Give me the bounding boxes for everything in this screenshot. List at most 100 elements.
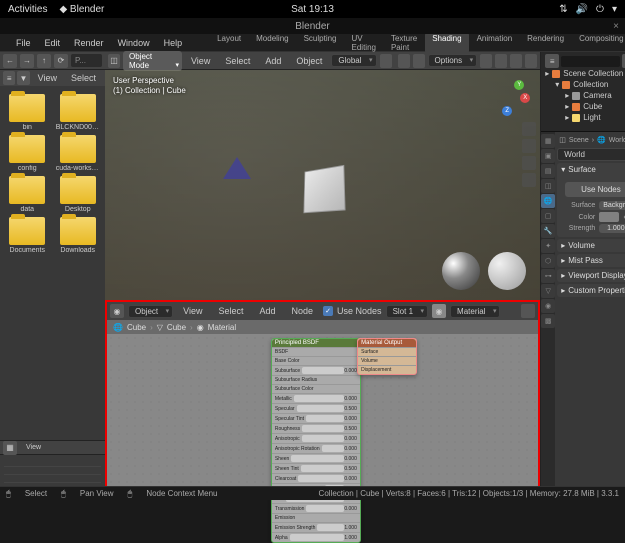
folder-item[interactable]: data xyxy=(4,176,51,213)
node-socket[interactable]: Clearcoat0.000 xyxy=(272,473,360,483)
vp-select-menu[interactable]: Select xyxy=(219,54,256,68)
folder-item[interactable]: Desktop xyxy=(55,176,102,213)
shading-solid-icon[interactable] xyxy=(495,54,507,68)
shading-wireframe-icon[interactable] xyxy=(480,54,492,68)
axis-z-icon[interactable]: Z xyxy=(502,106,512,116)
outliner-light[interactable]: ▸Light👁 xyxy=(543,112,625,123)
props-tab-object[interactable]: ▢ xyxy=(541,209,555,223)
strength-field[interactable]: 1.000 xyxy=(599,224,625,233)
move-view-icon[interactable] xyxy=(522,139,536,153)
axis-y-icon[interactable]: Y xyxy=(514,80,524,90)
activities-button[interactable]: Activities xyxy=(8,4,47,15)
power-icon[interactable]: ⏻ xyxy=(596,4,604,15)
strip-editor-icon[interactable]: ▦ xyxy=(3,441,17,455)
use-nodes-checkbox[interactable]: ✓ xyxy=(323,306,333,316)
orientation-dropdown[interactable]: Global xyxy=(331,54,376,67)
node-socket[interactable]: Transmission0.000 xyxy=(272,503,360,513)
menu-edit[interactable]: Edit xyxy=(39,36,67,50)
ne-add-menu[interactable]: Add xyxy=(254,304,282,318)
menu-help[interactable]: Help xyxy=(158,36,189,50)
node-socket[interactable]: Subsurface0.000 xyxy=(272,365,360,375)
outliner-collection[interactable]: ▾Collection👁 xyxy=(543,79,625,90)
shading-material-icon[interactable] xyxy=(510,54,522,68)
node-socket[interactable]: Metallic0.000 xyxy=(272,393,360,403)
camera-object[interactable] xyxy=(223,157,263,187)
node-socket[interactable]: Displacement xyxy=(358,365,416,374)
props-tab-physics[interactable]: ⬡ xyxy=(541,254,555,268)
vp-view-menu[interactable]: View xyxy=(185,54,216,68)
viewport-display-panel-header[interactable]: ▸ Viewport Display xyxy=(557,269,625,282)
folder-item[interactable]: cuda-workspa... xyxy=(55,135,102,172)
world-datablock-dropdown[interactable]: World xyxy=(557,148,625,161)
material-dropdown[interactable]: Material xyxy=(450,305,500,318)
fb-sort-icon[interactable]: ≡ xyxy=(3,71,15,85)
node-socket[interactable]: BSDF xyxy=(272,347,360,356)
node-socket[interactable]: Alpha1.000 xyxy=(272,532,360,542)
fb-filter-icon[interactable]: ▼ xyxy=(17,71,29,85)
outliner-search-input[interactable] xyxy=(561,56,620,67)
fb-up-button[interactable]: ↑ xyxy=(37,54,51,68)
tab-shading[interactable]: Shading xyxy=(425,32,468,54)
volume-icon[interactable]: 🔊 xyxy=(576,4,588,15)
node-socket[interactable]: Base Color xyxy=(272,356,360,365)
node-canvas[interactable]: Principled BSDF BSDFBase ColorSubsurface… xyxy=(107,334,538,498)
material-output-node[interactable]: Material Output Surface Volume Displacem… xyxy=(357,338,417,375)
ne-node-menu[interactable]: Node xyxy=(286,304,320,318)
zoom-icon[interactable] xyxy=(522,122,536,136)
node-socket[interactable]: Sheen0.000 xyxy=(272,453,360,463)
3d-viewport[interactable]: User Perspective (1) Collection | Cube X… xyxy=(105,70,540,300)
snap-icon[interactable] xyxy=(380,54,392,68)
node-socket[interactable]: Specular0.500 xyxy=(272,403,360,413)
props-tab-particle[interactable]: ✦ xyxy=(541,239,555,253)
cube-object[interactable] xyxy=(303,164,345,212)
custom-props-panel-header[interactable]: ▸ Custom Properties xyxy=(557,284,625,297)
fb-fwd-button[interactable]: → xyxy=(20,54,34,68)
overlay-toggle-icon[interactable] xyxy=(398,54,410,68)
fb-refresh-button[interactable]: ⟳ xyxy=(54,54,68,68)
material-icon[interactable]: ◉ xyxy=(432,304,446,318)
folder-item[interactable]: config xyxy=(4,135,51,172)
props-tab-constraint[interactable]: ⊶ xyxy=(541,269,555,283)
close-icon[interactable]: × xyxy=(613,21,619,32)
props-tab-texture[interactable]: ▩ xyxy=(541,314,555,328)
surface-panel-header[interactable]: ▾ Surface xyxy=(557,163,625,176)
node-socket[interactable]: Specular Tint0.000 xyxy=(272,413,360,423)
camera-view-icon[interactable] xyxy=(522,156,536,170)
surface-shader-field[interactable]: Backgroun xyxy=(599,201,625,210)
xray-toggle-icon[interactable] xyxy=(413,54,425,68)
tab-rendering[interactable]: Rendering xyxy=(520,32,571,54)
node-socket[interactable]: Emission xyxy=(272,513,360,522)
props-tab-material[interactable]: ◉ xyxy=(541,299,555,313)
volume-panel-header[interactable]: ▸ Volume xyxy=(557,239,625,252)
props-tab-scene[interactable]: ◫ xyxy=(541,179,555,193)
folder-item[interactable]: bin xyxy=(4,94,51,131)
node-socket[interactable]: Surface xyxy=(358,347,416,356)
options-dropdown[interactable]: Options xyxy=(428,54,478,67)
ne-select-menu[interactable]: Select xyxy=(212,304,249,318)
folder-item[interactable]: BLCKND007... xyxy=(55,94,102,131)
tab-modeling[interactable]: Modeling xyxy=(249,32,295,54)
nav-gizmo[interactable]: X Y Z xyxy=(492,78,532,118)
outliner-scene-collection[interactable]: ▸Scene Collection xyxy=(543,68,625,79)
node-socket[interactable]: Roughness0.500 xyxy=(272,423,360,433)
editor-type-icon[interactable]: ◫ xyxy=(108,54,120,68)
folder-item[interactable]: Documents xyxy=(4,217,51,254)
folder-item[interactable]: Downloads xyxy=(55,217,102,254)
fb-back-button[interactable]: ← xyxy=(3,54,17,68)
props-tab-viewlayer[interactable]: ▤ xyxy=(541,164,555,178)
menu-render[interactable]: Render xyxy=(68,36,110,50)
node-socket[interactable]: Anisotropic Rotation0.000 xyxy=(272,443,360,453)
props-tab-modifier[interactable]: 🔧 xyxy=(541,224,555,238)
principled-bsdf-node[interactable]: Principled BSDF BSDFBase ColorSubsurface… xyxy=(271,338,361,543)
props-tab-world[interactable]: 🌐 xyxy=(541,194,555,208)
vp-object-menu[interactable]: Object xyxy=(290,54,328,68)
shading-rendered-icon[interactable] xyxy=(525,54,537,68)
tab-compositing[interactable]: Compositing xyxy=(572,32,625,54)
mist-panel-header[interactable]: ▸ Mist Pass xyxy=(557,254,625,267)
props-tab-data[interactable]: ▽ xyxy=(541,284,555,298)
node-socket[interactable]: Emission Strength1.000 xyxy=(272,522,360,532)
ne-view-menu[interactable]: View xyxy=(177,304,208,318)
clock[interactable]: Sat 19:13 xyxy=(291,4,334,15)
pin-icon[interactable] xyxy=(521,304,535,318)
network-icon[interactable]: ⇅ xyxy=(559,4,567,15)
